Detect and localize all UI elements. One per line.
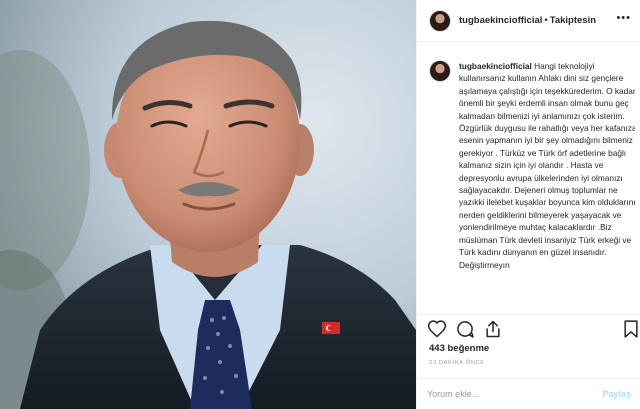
bookmark-icon[interactable] (621, 319, 640, 339)
heart-icon[interactable] (427, 319, 447, 339)
post-header: tugbaekinciofficial • Takiptesin ••• (417, 0, 640, 42)
separator-dot: • (544, 15, 548, 26)
following-button[interactable]: Takiptesin (550, 15, 596, 26)
caption-block: tugbaekinciofficial Hangi teknolojiyi ku… (429, 60, 635, 318)
like-count[interactable]: 443 beğenme (429, 343, 489, 354)
post-timestamp: 23 DAKİKA ÖNCE (429, 360, 485, 366)
comment-input[interactable]: Yorum ekle... (427, 389, 602, 399)
caption: tugbaekinciofficial Hangi teknolojiyi ku… (459, 60, 635, 271)
action-bar (417, 314, 640, 342)
ellipsis-icon[interactable]: ••• (616, 12, 631, 24)
portrait-illustration (0, 0, 416, 409)
post-panel: tugbaekinciofficial • Takiptesin ••• tug… (416, 0, 640, 409)
caption-username[interactable]: tugbaekinciofficial (459, 61, 532, 71)
caption-avatar[interactable] (429, 60, 451, 82)
post-photo[interactable] (0, 0, 416, 409)
post-comment-button[interactable]: Paylaş (602, 389, 631, 399)
caption-text: Hangi teknolojiyi kullanırsanız kullanın… (459, 61, 635, 270)
add-comment-bar: Yorum ekle... Paylaş (417, 378, 640, 409)
avatar[interactable] (429, 9, 451, 32)
comment-icon[interactable] (455, 319, 475, 339)
header-username[interactable]: tugbaekinciofficial (459, 15, 542, 26)
share-icon[interactable] (483, 319, 503, 339)
